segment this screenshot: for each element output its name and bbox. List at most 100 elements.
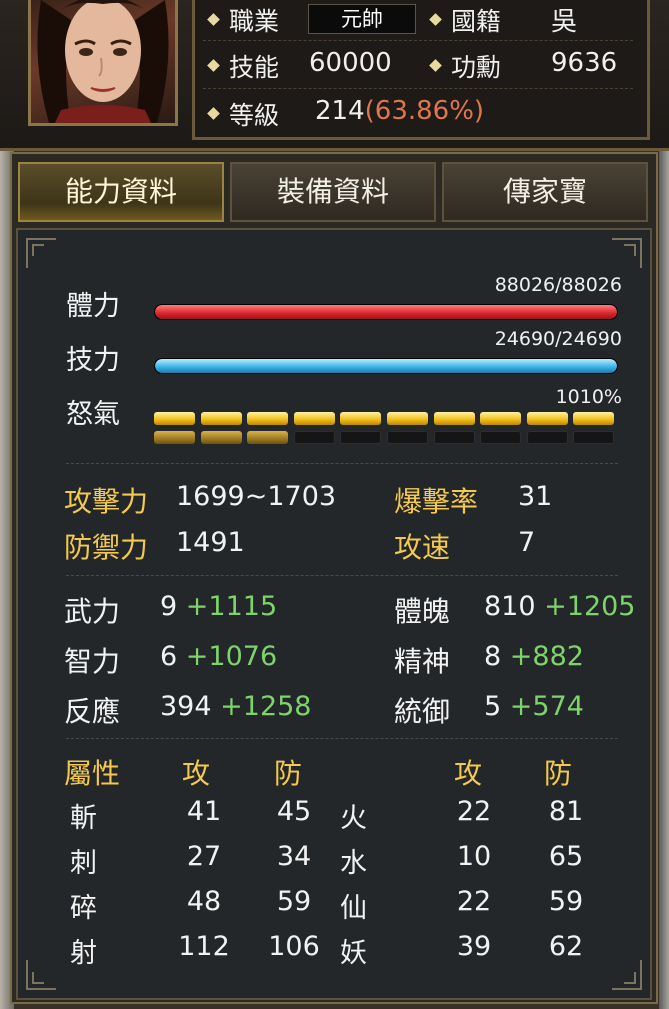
element-attack-value: 41 — [186, 796, 222, 827]
skill-value: 60000 — [309, 48, 392, 78]
ability-content: 體力 88026/88026 技力 24690/24690 怒氣 1010% 攻… — [16, 228, 652, 1000]
element-name: 射 — [70, 938, 97, 969]
diamond-bullet-icon — [429, 59, 442, 72]
rage-segment-filled — [200, 412, 242, 425]
character-portrait[interactable] — [28, 0, 178, 126]
hp-value: 88026/88026 — [494, 274, 622, 296]
element-attack-value: 39 — [456, 931, 492, 962]
rage-segment-empty — [433, 431, 475, 444]
diamond-bullet-icon — [207, 13, 220, 26]
rage-segment-filled — [247, 412, 289, 425]
attack-value: 1699~1703 — [176, 481, 337, 512]
rage-segment-filled — [433, 412, 475, 425]
diamond-bullet-icon — [429, 13, 442, 26]
strength-bonus: +1115 — [185, 591, 278, 622]
hp-bar — [154, 304, 618, 320]
mp-label: 技力 — [66, 345, 120, 376]
leadership-value: 5 +574 — [484, 691, 584, 722]
rage-segment-filled — [573, 412, 615, 425]
element-defense-value: 106 — [268, 931, 320, 962]
element-name: 碎 — [70, 893, 97, 924]
attack-label: 攻擊力 — [64, 485, 149, 518]
element-defense-value: 59 — [276, 886, 312, 917]
rage-segment-filled — [387, 412, 428, 425]
element-attack-value: 48 — [186, 886, 222, 917]
character-header: 職業 元帥 國籍 吳 技能 60000 功勳 9636 等級 214(63.86… — [0, 0, 669, 151]
strength-label: 武力 — [64, 595, 121, 628]
corner-ornament — [26, 960, 56, 990]
rage-segment-empty — [573, 431, 615, 444]
tab-bar: 能力資料 裝備資料 傳家寶 — [12, 154, 656, 226]
element-defense-value: 65 — [548, 841, 584, 872]
section-divider — [66, 575, 618, 576]
constitution-label: 體魄 — [394, 595, 451, 628]
element-name: 妖 — [340, 938, 367, 969]
constitution-bonus: +1205 — [544, 591, 636, 622]
rage-segment-empty — [480, 431, 522, 444]
portrait-image — [37, 0, 169, 123]
element-attack-header: 攻 — [182, 757, 211, 790]
crit-value: 31 — [518, 481, 553, 512]
element-defense-header-2: 防 — [544, 757, 573, 790]
intelligence-bonus: +1076 — [185, 641, 278, 672]
nation-value: 吳 — [551, 7, 578, 37]
corner-ornament — [26, 238, 56, 268]
rage-segment-filled — [200, 431, 242, 444]
spirit-label: 精神 — [394, 645, 451, 678]
job-value: 元帥 — [308, 4, 416, 34]
rage-segment-filled — [293, 412, 335, 425]
spirit-value: 8 +882 — [484, 641, 584, 672]
corner-ornament — [612, 238, 642, 268]
element-defense-value: 34 — [276, 841, 312, 872]
element-attack-value: 22 — [456, 886, 492, 917]
merit-label: 功勳 — [451, 53, 502, 82]
merit-value: 9636 — [551, 48, 618, 78]
intelligence-label: 智力 — [64, 645, 121, 678]
reaction-label: 反應 — [64, 695, 121, 728]
info-row-level: 等級 214(63.86%) — [195, 92, 653, 136]
diamond-bullet-icon — [207, 107, 220, 120]
rage-label: 怒氣 — [66, 399, 120, 430]
element-defense-value: 59 — [548, 886, 584, 917]
element-defense-value: 62 — [548, 931, 584, 962]
rage-segment-empty — [293, 431, 335, 444]
rage-gauge-row-2 — [154, 431, 618, 445]
screen-right-edge — [659, 0, 669, 1009]
defense-label: 防禦力 — [64, 531, 149, 564]
rage-segment-filled — [340, 412, 382, 425]
rage-segment-filled — [247, 431, 289, 444]
rage-segment-empty — [340, 431, 382, 444]
element-attack-value: 10 — [456, 841, 492, 872]
element-attack-value: 22 — [456, 796, 492, 827]
hp-bar-fill — [155, 305, 617, 319]
level-label: 等級 — [229, 101, 280, 130]
intelligence-value: 6 +1076 — [160, 641, 278, 672]
rage-segment-empty — [526, 431, 568, 444]
element-attack-value: 112 — [178, 931, 230, 962]
leadership-bonus: +574 — [509, 691, 584, 722]
tab-heirloom[interactable]: 傳家寶 — [442, 162, 648, 222]
hp-label: 體力 — [66, 291, 120, 322]
element-defense-value: 45 — [276, 796, 312, 827]
leadership-label: 統御 — [394, 695, 451, 728]
defense-value: 1491 — [176, 527, 245, 558]
reaction-bonus: +1258 — [220, 691, 312, 722]
tab-ability[interactable]: 能力資料 — [18, 162, 224, 222]
info-row-job: 職業 元帥 國籍 吳 — [195, 0, 653, 44]
element-name: 火 — [340, 803, 367, 834]
info-divider — [203, 40, 633, 41]
element-defense-header: 防 — [274, 757, 303, 790]
attack-speed-value: 7 — [518, 527, 536, 558]
element-attack-header-2: 攻 — [454, 757, 483, 790]
level-value: 214(63.86%) — [315, 96, 485, 126]
spirit-bonus: +882 — [509, 641, 584, 672]
crit-label: 爆擊率 — [394, 485, 479, 518]
rage-gauge-row-1 — [154, 412, 618, 426]
job-label: 職業 — [229, 7, 280, 36]
rage-segment-filled — [480, 412, 522, 425]
info-divider — [203, 88, 633, 89]
section-divider — [66, 738, 618, 739]
element-header: 屬性 — [64, 757, 121, 790]
skill-label: 技能 — [229, 53, 280, 82]
tab-equipment[interactable]: 裝備資料 — [230, 162, 436, 222]
